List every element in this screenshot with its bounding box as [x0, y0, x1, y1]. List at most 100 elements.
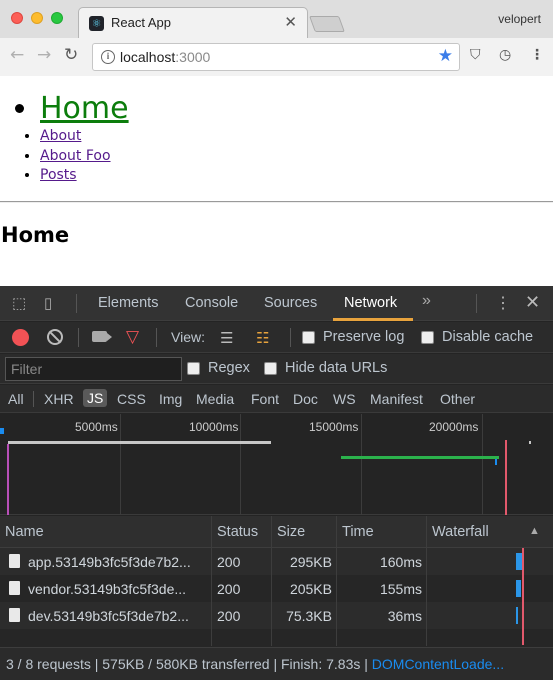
- overview-tick-label: 5000ms: [75, 420, 118, 434]
- url-text: localhost:3000: [120, 49, 211, 65]
- nav-list: Home About About Foo Posts: [22, 90, 129, 186]
- view-label: View:: [171, 329, 205, 345]
- nav-link-posts[interactable]: Posts: [40, 167, 77, 183]
- close-icon[interactable]: ✕: [525, 292, 540, 313]
- filter-icon[interactable]: ▽: [126, 327, 139, 347]
- disable-cache-checkbox[interactable]: [421, 331, 434, 344]
- file-icon: [9, 581, 20, 595]
- type-filter-bar: All XHR JS CSS Img Media Font Doc WS Man…: [0, 385, 553, 413]
- disable-cache-label: Disable cache: [442, 329, 534, 345]
- tab-console[interactable]: Console: [185, 295, 238, 311]
- camera-icon[interactable]: [92, 331, 112, 342]
- tab-elements[interactable]: Elements: [98, 295, 158, 311]
- type-filter-img[interactable]: Img: [159, 391, 182, 407]
- column-name[interactable]: Name: [5, 524, 44, 540]
- more-icon[interactable]: »: [422, 292, 431, 310]
- type-filter-doc[interactable]: Doc: [293, 391, 318, 407]
- record-icon[interactable]: [12, 329, 29, 346]
- minimize-window-button[interactable]: [31, 12, 43, 24]
- regex-checkbox[interactable]: [187, 362, 200, 375]
- table-row[interactable]: vendor.53149b3fc5f3de... 200 205KB 155ms: [0, 575, 553, 602]
- dom-content-loaded-link[interactable]: DOMContentLoade...: [372, 656, 504, 672]
- overview-gridline: [240, 414, 241, 515]
- column-status[interactable]: Status: [217, 524, 258, 540]
- kebab-icon[interactable]: ⋮: [495, 293, 511, 313]
- overview-load-bar: [8, 441, 271, 444]
- table-row[interactable]: dev.53149b3fc5f3de7b2... 200 75.3KB 36ms: [0, 602, 553, 629]
- type-filter-xhr[interactable]: XHR: [44, 391, 74, 407]
- type-filter-js[interactable]: JS: [83, 389, 108, 407]
- column-divider[interactable]: [426, 516, 427, 646]
- filter-input[interactable]: [5, 357, 182, 381]
- hide-data-urls-label: Hide data URLs: [285, 360, 388, 376]
- pocket-icon[interactable]: ⛉: [470, 47, 481, 63]
- separator: [76, 294, 77, 313]
- device-icon[interactable]: ▯: [44, 294, 52, 312]
- browser-tab[interactable]: ⚛ React App ✕: [78, 7, 308, 38]
- type-filter-font[interactable]: Font: [251, 391, 279, 407]
- info-icon[interactable]: i: [101, 50, 115, 64]
- status-bar: 3 / 8 requests | 575KB / 580KB transferr…: [0, 647, 553, 680]
- tab-network[interactable]: Network: [344, 295, 397, 311]
- kebab-icon[interactable]: ⋮: [530, 47, 544, 63]
- waterfall-load-line: [522, 548, 524, 645]
- network-overview[interactable]: 5000ms 10000ms 15000ms 20000ms: [0, 414, 553, 515]
- inspect-icon[interactable]: ⬚: [12, 294, 26, 312]
- reload-icon[interactable]: ↻: [64, 45, 78, 65]
- request-size: 75.3KB: [286, 608, 332, 624]
- overview-load-line: [505, 440, 507, 515]
- tab-sources[interactable]: Sources: [264, 295, 317, 311]
- address-bar[interactable]: i localhost:3000 ★: [92, 43, 460, 71]
- waterfall-view-icon[interactable]: ☷: [256, 329, 269, 347]
- filter-row: Regex Hide data URLs: [0, 354, 553, 384]
- close-window-button[interactable]: [11, 12, 23, 24]
- forward-icon[interactable]: →: [37, 45, 51, 65]
- type-filter-manifest[interactable]: Manifest: [370, 391, 423, 407]
- separator: [78, 328, 79, 347]
- overview-mark: [529, 441, 531, 444]
- star-icon[interactable]: ★: [438, 46, 453, 66]
- nav-link-home[interactable]: Home: [40, 91, 129, 126]
- table-row-empty: [0, 629, 553, 648]
- active-tab-indicator: [333, 318, 413, 321]
- new-tab-button[interactable]: [309, 16, 345, 32]
- back-icon[interactable]: ←: [10, 45, 24, 65]
- preserve-log-checkbox[interactable]: [302, 331, 315, 344]
- type-filter-ws[interactable]: WS: [333, 391, 356, 407]
- request-size: 205KB: [289, 581, 332, 597]
- browser-chrome: ⚛ React App ✕ velopert ← → ↻ i localhost…: [0, 0, 553, 76]
- column-divider[interactable]: [271, 516, 272, 646]
- page-content: Home About About Foo Posts Home: [0, 77, 553, 285]
- column-size[interactable]: Size: [277, 524, 305, 540]
- hide-data-urls-checkbox[interactable]: [264, 362, 277, 375]
- sort-ascending-icon[interactable]: ▲: [529, 525, 540, 537]
- nav-link-about-foo[interactable]: About Foo: [40, 148, 111, 164]
- maximize-window-button[interactable]: [51, 12, 63, 24]
- column-waterfall[interactable]: Waterfall: [432, 524, 489, 540]
- profile-name[interactable]: velopert: [498, 12, 541, 26]
- nav-item-about: About: [40, 127, 129, 147]
- type-filter-all[interactable]: All: [8, 391, 24, 407]
- request-name: vendor.53149b3fc5f3de...: [28, 581, 187, 597]
- list-view-icon[interactable]: ☰: [220, 329, 233, 347]
- type-filter-other[interactable]: Other: [440, 391, 475, 407]
- regex-label: Regex: [208, 360, 250, 376]
- clear-icon[interactable]: [47, 329, 63, 345]
- table-row[interactable]: app.53149b3fc5f3de7b2... 200 295KB 160ms: [0, 548, 553, 575]
- column-divider[interactable]: [336, 516, 337, 646]
- overview-gridline: [120, 414, 121, 515]
- request-status: 200: [217, 581, 241, 597]
- column-divider[interactable]: [211, 516, 212, 646]
- column-time[interactable]: Time: [342, 524, 374, 540]
- divider: [0, 201, 553, 203]
- separator: [33, 391, 34, 407]
- close-icon[interactable]: ✕: [284, 13, 297, 31]
- nav-link-about[interactable]: About: [40, 128, 81, 144]
- clock-extension-icon[interactable]: ◷: [499, 47, 511, 63]
- type-filter-css[interactable]: CSS: [117, 391, 146, 407]
- overview-dcl-line: [7, 444, 9, 515]
- status-summary: 3 / 8 requests | 575KB / 580KB transferr…: [6, 656, 372, 672]
- devtools-tabbar: ⬚ ▯ Elements Console Sources Network » ⋮…: [0, 286, 553, 321]
- type-filter-media[interactable]: Media: [196, 391, 234, 407]
- preserve-log-label: Preserve log: [323, 329, 405, 345]
